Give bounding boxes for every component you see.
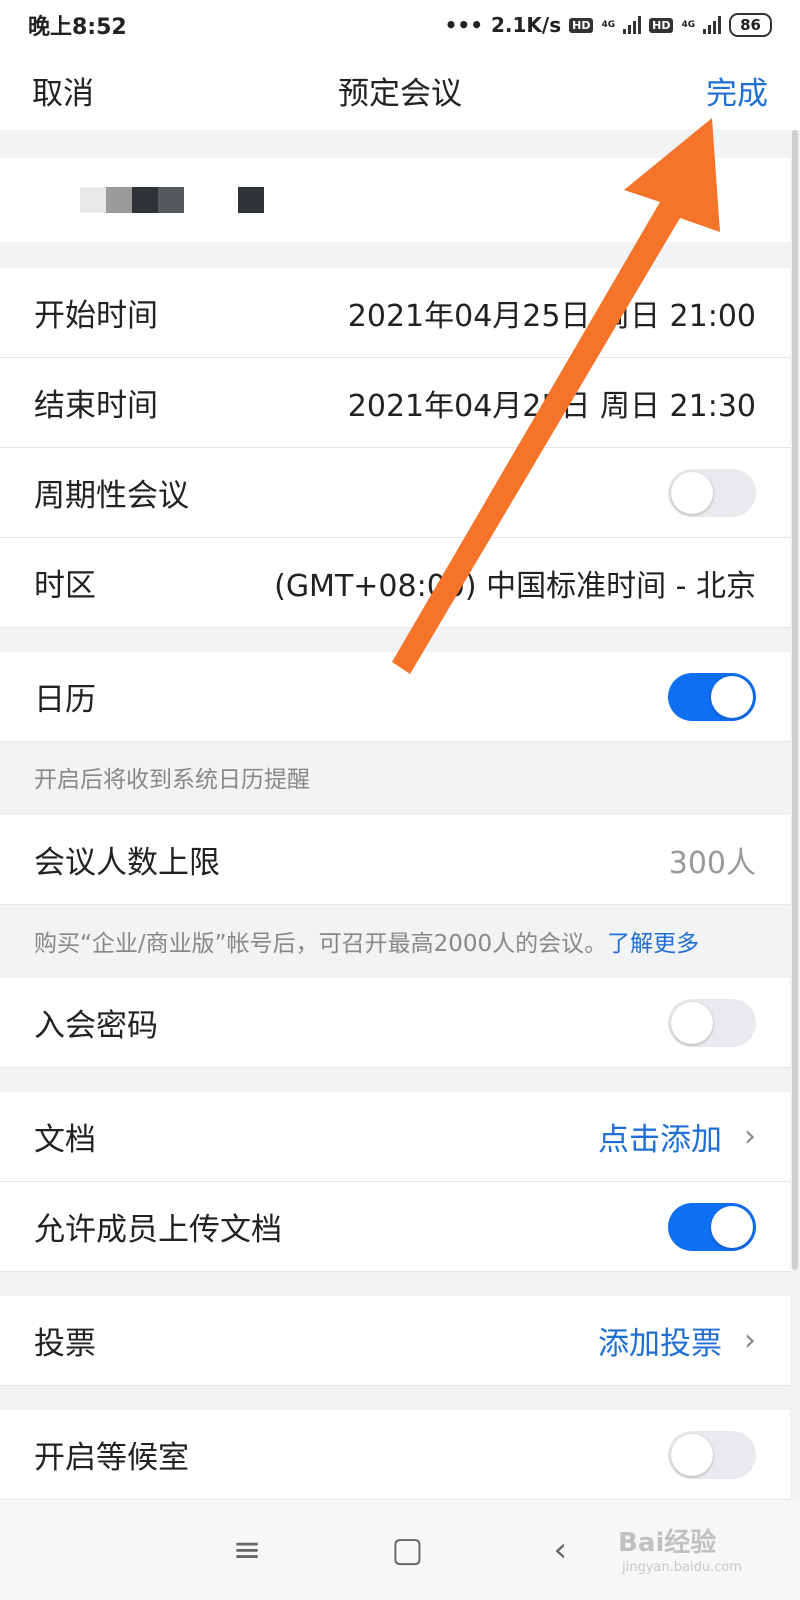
docs-row[interactable]: 文档 点击添加 › bbox=[0, 1092, 790, 1182]
docs-add-label: 点击添加 bbox=[598, 1122, 722, 1158]
end-time-label: 结束时间 bbox=[34, 388, 158, 424]
status-bar: 晚上8:52 ••• 2.1K/s HD 4G HD 4G 86 bbox=[0, 0, 800, 50]
calendar-toggle[interactable] bbox=[668, 672, 756, 721]
toggle-knob bbox=[671, 471, 713, 514]
docs-label: 文档 bbox=[34, 1122, 96, 1158]
password-toggle[interactable] bbox=[668, 998, 756, 1047]
waiting-room-toggle[interactable] bbox=[668, 1430, 756, 1479]
done-button[interactable]: 完成 bbox=[706, 68, 768, 113]
toggle-knob bbox=[711, 675, 753, 718]
allow-upload-toggle[interactable] bbox=[668, 1202, 756, 1251]
start-time-label: 开始时间 bbox=[34, 298, 158, 334]
waiting-room-row: 开启等候室 bbox=[0, 1410, 790, 1500]
toggle-knob bbox=[671, 1001, 713, 1044]
vote-label: 投票 bbox=[34, 1326, 96, 1362]
watermark-logo: Bai经验 bbox=[618, 1528, 717, 1558]
status-icons: ••• 2.1K/s HD 4G HD 4G 86 bbox=[445, 13, 772, 37]
recurring-toggle[interactable] bbox=[668, 468, 756, 517]
toggle-knob bbox=[711, 1205, 753, 1248]
page-title: 预定会议 bbox=[338, 75, 462, 112]
start-time-value: 2021年04月25日 周日 21:00 bbox=[347, 298, 756, 334]
scrollbar[interactable] bbox=[792, 130, 798, 1270]
allow-upload-label: 允许成员上传文档 bbox=[34, 1212, 282, 1248]
cancel-button[interactable]: 取消 bbox=[32, 68, 94, 113]
learn-more-link[interactable]: 了解更多 bbox=[607, 931, 699, 957]
signal-icon-2 bbox=[703, 16, 722, 34]
timezone-row[interactable]: 时区 (GMT+08:00) 中国标准时间 - 北京 bbox=[0, 538, 790, 628]
add-vote-label: 添加投票 bbox=[598, 1326, 722, 1362]
signal-icon bbox=[623, 16, 642, 34]
calendar-row: 日历 bbox=[0, 652, 790, 742]
home-icon[interactable]: ▢ bbox=[391, 1530, 423, 1570]
waiting-room-label: 开启等候室 bbox=[34, 1440, 189, 1476]
pixelated-name bbox=[80, 187, 264, 213]
password-row: 入会密码 bbox=[0, 978, 790, 1068]
docs-add-link[interactable]: 点击添加 › bbox=[598, 1114, 756, 1159]
hd-icon-2: HD bbox=[649, 17, 674, 33]
menu-icon[interactable]: ≡ bbox=[233, 1530, 262, 1570]
toggle-knob bbox=[671, 1433, 713, 1476]
calendar-note: 开启后将收到系统日历提醒 bbox=[34, 767, 310, 793]
timezone-label: 时区 bbox=[34, 568, 96, 604]
nav-bar: 取消 预定会议 完成 bbox=[0, 50, 800, 130]
add-vote-link[interactable]: 添加投票 › bbox=[598, 1318, 756, 1363]
capacity-row: 会议人数上限 300人 bbox=[0, 815, 790, 905]
more-dots-icon: ••• bbox=[444, 13, 483, 37]
recurring-label: 周期性会议 bbox=[34, 478, 189, 514]
vote-row[interactable]: 投票 添加投票 › bbox=[0, 1296, 790, 1386]
chevron-right-icon: › bbox=[744, 1119, 756, 1154]
status-time: 晚上8:52 bbox=[28, 15, 127, 40]
capacity-note-text: 购买“企业/商业版”帐号后，可召开最高2000人的会议。 bbox=[34, 931, 608, 957]
timezone-value: (GMT+08:00) 中国标准时间 - 北京 bbox=[274, 568, 756, 604]
network-type-icon-2: 4G bbox=[681, 19, 696, 30]
password-label: 入会密码 bbox=[34, 1008, 158, 1044]
network-type-icon: 4G bbox=[601, 19, 616, 30]
end-time-row[interactable]: 结束时间 2021年04月25日 周日 21:30 bbox=[0, 358, 790, 448]
network-speed: 2.1K/s bbox=[490, 13, 562, 37]
end-time-value: 2021年04月25日 周日 21:30 bbox=[347, 388, 756, 424]
capacity-label: 会议人数上限 bbox=[34, 845, 220, 881]
capacity-value: 300人 bbox=[668, 845, 756, 881]
start-time-row[interactable]: 开始时间 2021年04月25日 周日 21:00 bbox=[0, 268, 790, 358]
capacity-note: 购买“企业/商业版”帐号后，可召开最高2000人的会议。了解更多 bbox=[0, 924, 790, 958]
recurring-row: 周期性会议 bbox=[0, 448, 790, 538]
chevron-right-icon: › bbox=[744, 1323, 756, 1358]
watermark-url: jingyan.baidu.com bbox=[622, 1560, 742, 1575]
allow-upload-row: 允许成员上传文档 bbox=[0, 1182, 790, 1272]
hd-icon: HD bbox=[569, 17, 594, 33]
calendar-label: 日历 bbox=[34, 682, 96, 718]
battery-icon: 86 bbox=[729, 13, 772, 37]
back-icon[interactable]: ‹ bbox=[554, 1530, 568, 1570]
